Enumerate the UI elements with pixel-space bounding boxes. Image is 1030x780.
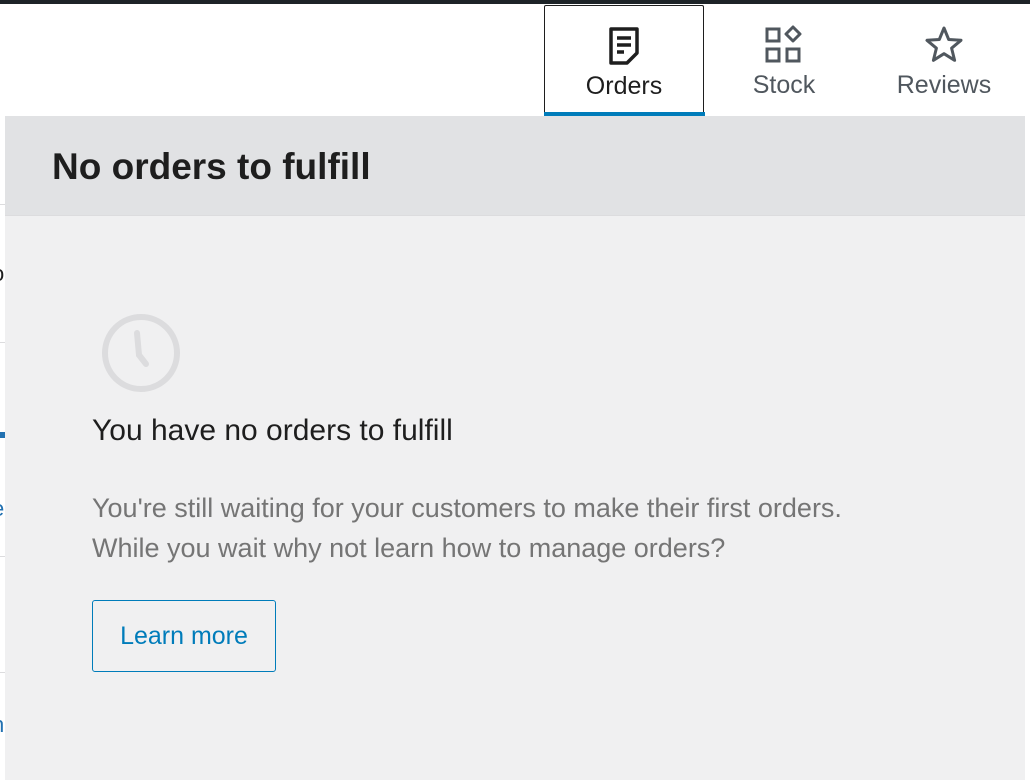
- activity-panel-content: No orders to fulfill You have no orders …: [5, 116, 1025, 780]
- tab-reviews[interactable]: Reviews: [864, 5, 1024, 116]
- tab-stock[interactable]: Stock: [704, 5, 864, 116]
- empty-state-heading: You have no orders to fulfill: [92, 414, 453, 447]
- partial-link-glyph: e: [0, 496, 4, 522]
- clock-icon: [102, 314, 180, 392]
- activity-panel-header: Orders Stock Reviews: [0, 4, 1030, 116]
- panel-title: No orders to fulfill: [52, 146, 371, 187]
- empty-state-description: You're still waiting for your customers …: [92, 488, 972, 568]
- partial-text-glyph: o: [0, 261, 4, 287]
- orders-page-icon: [609, 27, 639, 65]
- learn-more-button[interactable]: Learn more: [92, 600, 276, 672]
- stock-blocks-icon: [765, 25, 802, 63]
- star-icon: [925, 26, 963, 62]
- tab-orders-label: Orders: [585, 72, 663, 100]
- panel-right-edge: [1025, 116, 1030, 780]
- tab-reviews-label: Reviews: [896, 71, 992, 99]
- partial-link-glyph: n: [0, 712, 4, 738]
- empty-state-description-line: You're still waiting for your customers …: [92, 493, 842, 523]
- empty-state-description-line: While you wait why not learn how to mana…: [92, 533, 726, 563]
- tab-stock-label: Stock: [752, 71, 816, 99]
- panel-header: No orders to fulfill: [5, 116, 1025, 216]
- tab-orders[interactable]: Orders: [543, 5, 705, 116]
